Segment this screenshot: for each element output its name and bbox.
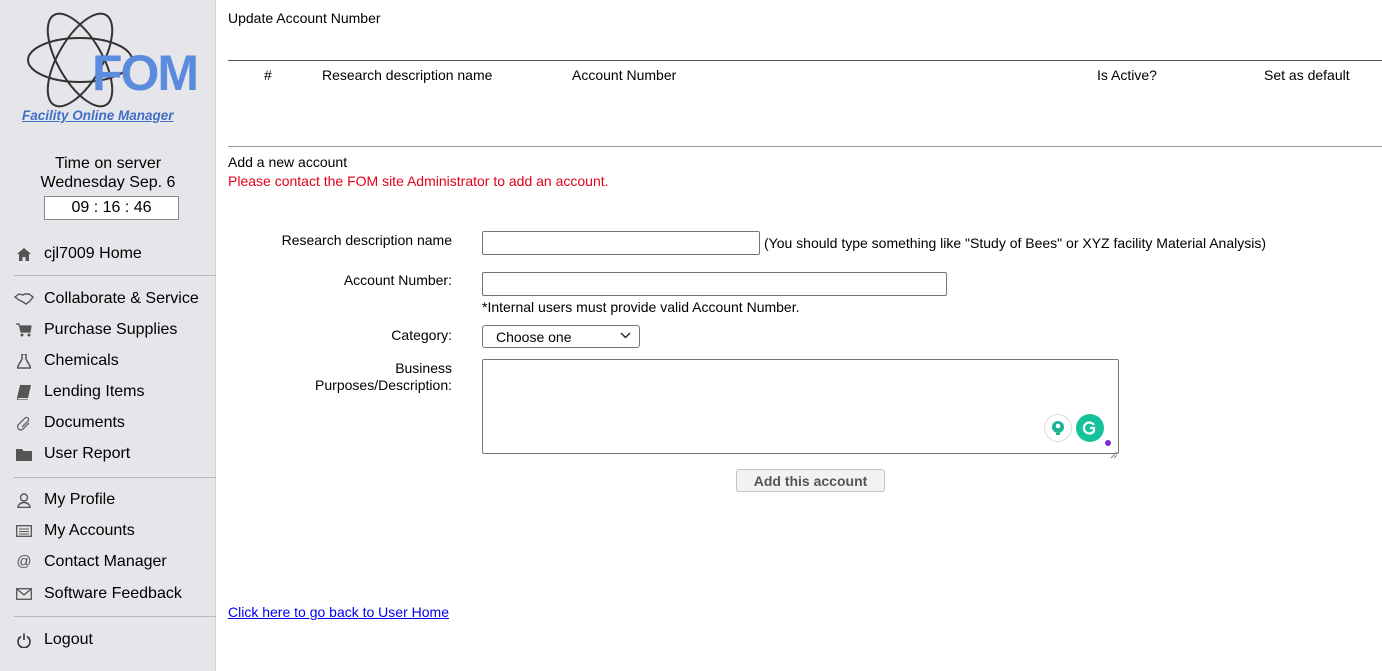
table-header-research-name: Research description name [322,67,493,83]
power-icon [14,631,34,649]
sidebar-item-label: Purchase Supplies [44,321,178,338]
table-header-set-default: Set as default [1264,67,1350,83]
category-selected-value: Choose one [496,329,572,345]
section-divider [228,146,1382,147]
back-to-user-home-link[interactable]: Click here to go back to User Home [228,604,449,620]
sidebar-item-chemicals[interactable]: Chemicals [14,350,119,372]
flask-icon [14,352,34,370]
home-icon [14,245,34,263]
book-icon [14,383,34,401]
resize-grip-icon[interactable] [1110,446,1118,459]
paperclip-icon [14,414,34,432]
sidebar-item-label: Collaborate & Service [44,290,199,307]
sidebar-item-label: cjl7009 Home [44,245,142,262]
sidebar: FOM Facility Online Manager Time on serv… [0,0,216,671]
sidebar-item-lending-items[interactable]: Lending Items [14,381,145,403]
sidebar-item-label: Lending Items [44,383,145,400]
page-title: Update Account Number [228,10,381,26]
sidebar-item-logout[interactable]: Logout [14,629,93,651]
sidebar-item-software-feedback[interactable]: Software Feedback [14,583,182,605]
sidebar-item-label: Chemicals [44,352,119,369]
handshake-icon [14,290,34,308]
sidebar-item-purchase-supplies[interactable]: Purchase Supplies [14,319,177,341]
grammarly-suggestion-icon[interactable] [1044,414,1072,442]
sidebar-item-label: Logout [44,631,93,648]
envelope-icon [14,585,34,603]
category-select[interactable]: Choose one [482,325,640,348]
sidebar-item-label: Contact Manager [44,553,167,570]
sidebar-item-my-accounts[interactable]: My Accounts [14,520,135,542]
category-label: Category: [391,327,452,343]
sidebar-item-label: Software Feedback [44,585,182,602]
grammarly-icon[interactable] [1076,414,1104,442]
at-icon: @ [16,553,32,570]
cart-icon [14,321,34,339]
sidebar-item-collaborate[interactable]: Collaborate & Service [14,288,199,310]
accounts-table-header: # Research description name Account Numb… [228,60,1382,83]
sidebar-item-home[interactable]: cjl7009 Home [14,243,142,265]
sidebar-item-label: Documents [44,414,125,431]
table-header-number: # [264,67,272,83]
account-number-hint: *Internal users must provide valid Accou… [482,299,800,315]
table-header-account-number: Account Number [572,67,677,83]
clock-date: Wednesday Sep. 6 [40,174,176,191]
research-name-label: Research description name [281,232,452,248]
sidebar-item-label: User Report [44,445,131,462]
add-account-button[interactable]: Add this account [736,469,885,492]
clock-time: 09 : 16 : 46 [44,196,179,220]
business-label-line2: Purposes/Description: [315,377,452,393]
account-number-input[interactable] [482,272,947,296]
list-icon [14,522,34,540]
folder-icon [14,445,34,463]
research-name-input[interactable] [482,231,760,255]
table-header-is-active: Is Active? [1097,67,1157,83]
admin-notice: Please contact the FOM site Administrato… [228,173,609,189]
add-account-heading: Add a new account [228,154,348,170]
business-label-line1: Business [395,360,452,376]
sidebar-item-contact-manager[interactable]: @ Contact Manager [14,551,167,573]
sidebar-item-label: My Profile [44,491,116,508]
clock-title: Time on server [54,155,162,172]
sidebar-item-my-profile[interactable]: My Profile [14,489,115,511]
business-description-textarea[interactable] [482,359,1119,454]
research-name-hint: (You should type something like "Study o… [764,235,1266,251]
logo-text: FOM [92,45,199,101]
sidebar-item-user-report[interactable]: User Report [14,443,130,465]
sidebar-item-label: My Accounts [44,522,135,539]
logo-tagline[interactable]: Facility Online Manager [22,108,174,123]
sidebar-divider [14,477,216,478]
sidebar-item-documents[interactable]: Documents [14,412,125,434]
sidebar-divider [14,275,216,276]
sidebar-divider [14,616,216,617]
account-number-label: Account Number: [343,272,452,288]
user-icon [14,491,34,509]
fom-logo[interactable]: FOM Facility Online Manager [20,4,199,128]
chevron-down-icon [620,328,631,345]
